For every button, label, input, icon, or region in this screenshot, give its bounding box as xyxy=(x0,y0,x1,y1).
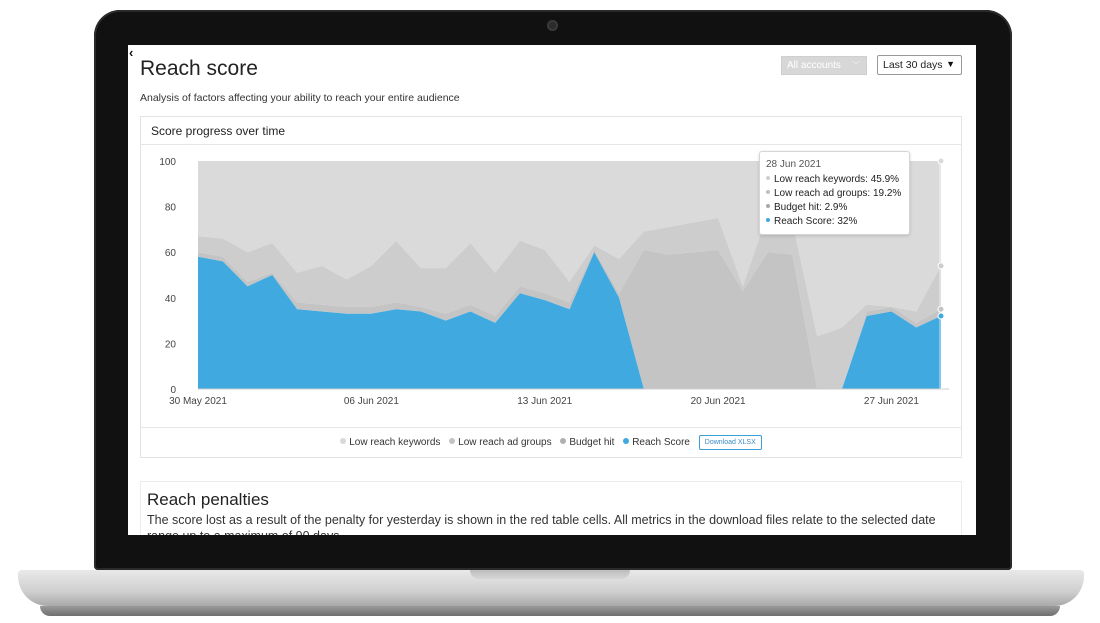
accounts-dropdown[interactable]: All accounts ﹀ xyxy=(781,56,867,75)
hover-marker xyxy=(937,262,945,270)
hover-marker xyxy=(937,305,945,313)
chart-legend: Low reach keywords Low reach ad groups B… xyxy=(141,435,961,450)
hover-highlight xyxy=(939,161,945,389)
reach-penalties-section: Reach penalties The score lost as a resu… xyxy=(140,481,962,535)
y-tick-label: 40 xyxy=(165,294,177,305)
section-title: Reach penalties xyxy=(147,490,269,509)
chevron-down-icon: ﹀ xyxy=(852,61,860,70)
legend-item-low-reach-keywords[interactable]: Low reach keywords xyxy=(340,437,440,448)
legend-divider xyxy=(141,427,961,428)
laptop-notch xyxy=(470,570,630,579)
legend-item-low-reach-ad-groups[interactable]: Low reach ad groups xyxy=(449,437,552,448)
screen: ‹ Reach score Analysis of factors affect… xyxy=(128,45,976,535)
legend-dot xyxy=(340,438,347,444)
section-description: The score lost as a result of the penalt… xyxy=(147,513,936,535)
download-xlsx-button[interactable]: Download XLSX xyxy=(698,435,762,450)
page-title: Reach score xyxy=(140,57,258,80)
x-tick-label: 20 Jun 2021 xyxy=(691,396,746,407)
tooltip-row: Low reach ad groups: 19.2% xyxy=(766,187,903,201)
x-tick-label: 06 Jun 2021 xyxy=(344,396,399,407)
y-tick-label: 20 xyxy=(165,339,177,350)
legend-dot xyxy=(560,438,567,444)
hover-marker xyxy=(937,157,945,165)
legend-item-budget-hit[interactable]: Budget hit xyxy=(560,437,614,448)
chart-tooltip: 28 Jun 2021 Low reach keywords: 45.9% Lo… xyxy=(759,151,910,235)
score-progress-card: Score progress over time 0 20 40 60 80 100 30 … xyxy=(140,116,962,458)
x-tick-label: 13 Jun 2021 xyxy=(517,396,572,407)
legend-dot xyxy=(449,438,456,444)
legend-dot xyxy=(623,438,630,444)
tooltip-row: Low reach keywords: 45.9% xyxy=(766,173,903,187)
x-tick-label: 30 May 2021 xyxy=(169,396,227,407)
legend-item-reach-score[interactable]: Reach Score xyxy=(623,437,690,448)
x-tick-label: 27 Jun 2021 xyxy=(864,396,919,407)
y-tick-label: 100 xyxy=(159,157,176,168)
accounts-dropdown-label: All accounts xyxy=(787,60,841,71)
chevron-down-icon: ▼ xyxy=(946,59,955,69)
page-subtitle: Analysis of factors affecting your abili… xyxy=(140,92,460,104)
y-tick-label: 60 xyxy=(165,248,177,259)
tooltip-row: Budget hit: 2.9% xyxy=(766,201,903,215)
laptop-foot xyxy=(40,606,1060,616)
back-arrow-icon[interactable]: ‹ xyxy=(129,45,133,60)
webcam-icon xyxy=(547,20,558,31)
y-tick-label: 0 xyxy=(170,385,176,396)
hover-marker xyxy=(937,312,945,320)
date-range-label: Last 30 days xyxy=(883,59,943,71)
tooltip-row: Reach Score: 32% xyxy=(766,215,903,229)
tooltip-date: 28 Jun 2021 xyxy=(766,159,822,170)
y-tick-label: 80 xyxy=(165,203,177,214)
date-range-dropdown[interactable]: Last 30 days ▼ xyxy=(877,55,962,75)
